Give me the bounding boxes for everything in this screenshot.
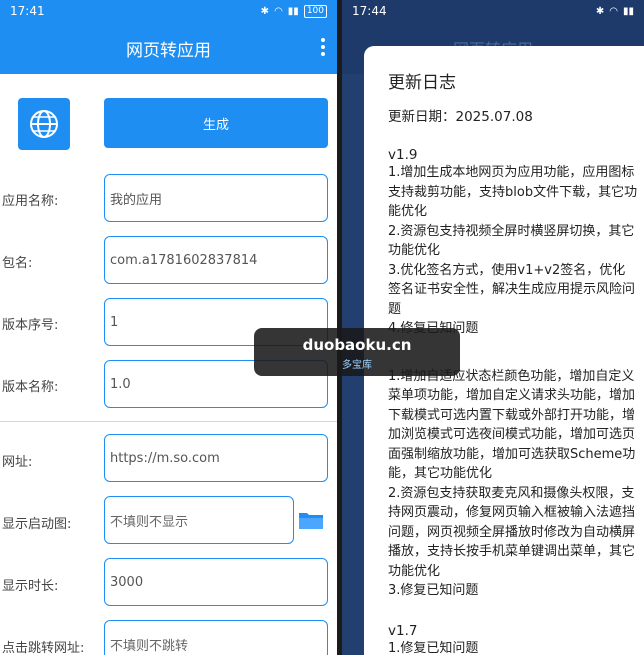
click-redirect-label: 点击跳转网址: xyxy=(2,641,85,655)
version-heading-1-9: v1.9 xyxy=(388,147,418,163)
changelog-1-9: 1.增加生成本地网页为应用功能，应用图标支持裁剪功能，支持blob文件下载，其它… xyxy=(388,165,638,336)
click-redirect-field[interactable]: 不填则不跳转 xyxy=(104,620,328,655)
app-title: 网页转应用 xyxy=(126,40,211,61)
bluetooth-icon: ✱ xyxy=(595,5,605,17)
display-duration-field[interactable]: 3000 xyxy=(104,558,328,606)
watermark-text: duobaoku.cn xyxy=(302,336,412,354)
update-date: 更新日期：2025.07.08 xyxy=(388,109,533,125)
wifi-icon: ◠ xyxy=(609,5,618,17)
signal-icon: ▮▮ xyxy=(622,5,634,17)
package-name-field[interactable]: com.a1781602837814 xyxy=(104,236,328,284)
folder-icon[interactable] xyxy=(298,510,324,530)
watermark-subtext: 多宝库 xyxy=(342,360,372,371)
status-bar-right: 17:44 ✱ ◠ ▮▮ xyxy=(342,0,644,22)
generate-button[interactable]: 生成 xyxy=(104,98,328,148)
splash-image-field[interactable]: 不填则不显示 xyxy=(104,496,294,544)
package-name-label: 包名: xyxy=(2,256,33,271)
app-name-label: 应用名称: xyxy=(2,194,59,209)
app-name-field[interactable]: 我的应用 xyxy=(104,174,328,222)
status-time: 17:41 xyxy=(10,4,45,18)
watermark-badge: duobaoku.cn 多宝库 xyxy=(254,328,460,376)
battery-icon: 100 xyxy=(303,4,327,18)
url-field[interactable]: https://m.so.com xyxy=(104,434,328,482)
changelog-1-8: 1.增加自适应状态栏颜色功能，增加自定义菜单项功能，增加自定义请求头功能，增加下… xyxy=(388,368,636,599)
version-name-label: 版本名称: xyxy=(2,380,59,395)
url-label: 网址: xyxy=(2,455,33,470)
splash-image-label: 显示启动图: xyxy=(2,517,72,532)
version-heading-1-7: v1.7 xyxy=(388,622,418,639)
overflow-menu-icon[interactable] xyxy=(321,38,327,56)
dialog-title: 更新日志 xyxy=(388,73,456,93)
status-icons-right: ✱ ◠ ▮▮ xyxy=(596,6,634,17)
changelog-1-7: 1.修复已知问题 xyxy=(388,640,479,655)
display-duration-label: 显示时长: xyxy=(2,579,59,594)
version-code-label: 版本序号: xyxy=(2,318,59,333)
app-icon-button[interactable] xyxy=(18,98,70,150)
bluetooth-icon: ✱ xyxy=(260,5,270,17)
section-divider xyxy=(0,421,337,422)
status-time-right: 17:44 xyxy=(352,4,387,18)
globe-icon xyxy=(30,110,58,138)
wifi-icon: ◠ xyxy=(274,5,283,17)
status-bar: 17:41 ✱ ◠ ▮▮ 100 xyxy=(0,0,337,22)
status-icons: ✱ ◠ ▮▮ 100 xyxy=(260,4,327,18)
app-bar: 网页转应用 xyxy=(0,22,337,74)
signal-icon: ▮▮ xyxy=(287,5,299,17)
